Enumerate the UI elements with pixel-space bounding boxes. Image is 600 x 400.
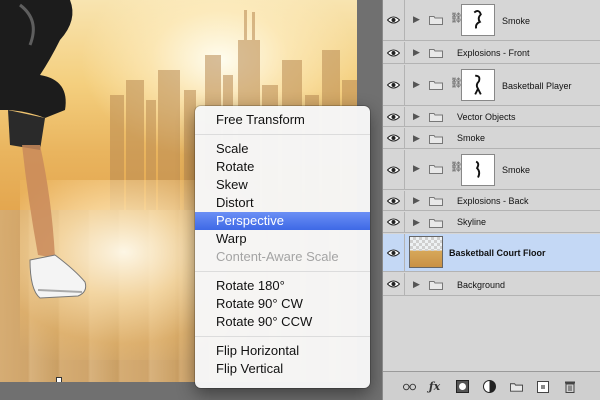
menu-item-skew[interactable]: Skew — [195, 176, 370, 194]
folder-icon — [429, 49, 443, 58]
layer-row-skyline[interactable]: ▶ Skyline — [383, 212, 600, 233]
folder-icon — [429, 16, 443, 25]
menu-item-content-aware-scale: Content-Aware Scale — [216, 249, 339, 264]
layer-row-explosions-front[interactable]: ▶ Explosions - Front — [383, 42, 600, 64]
mask-thumbnail[interactable] — [461, 69, 495, 101]
layer-row-basketball-player[interactable]: ▶ ⛓ Basketball Player — [383, 65, 600, 106]
expand-triangle-icon[interactable]: ▶ — [413, 133, 420, 144]
menu-item-scale[interactable]: Scale — [195, 140, 370, 158]
visibility-eye-icon[interactable] — [383, 42, 405, 63]
visibility-eye-icon[interactable] — [383, 273, 405, 295]
menu-separator — [195, 336, 370, 337]
layer-thumbnail[interactable] — [409, 236, 443, 268]
mask-thumbnail[interactable] — [461, 154, 495, 186]
expand-triangle-icon[interactable]: ▶ — [413, 217, 420, 228]
expand-triangle-icon[interactable]: ▶ — [413, 279, 420, 290]
folder-icon — [429, 165, 443, 174]
layer-row-background[interactable]: ▶ Background — [383, 273, 600, 296]
mask-thumbnail[interactable] — [461, 4, 495, 36]
folder-icon — [429, 113, 443, 122]
delete-layer-icon[interactable] — [563, 380, 576, 393]
layer-name: Smoke — [502, 16, 531, 26]
layers-panel-footer: ƒx — [383, 371, 600, 400]
expand-triangle-icon[interactable]: ▶ — [413, 163, 420, 174]
new-layer-icon[interactable] — [536, 380, 549, 393]
visibility-eye-icon[interactable] — [383, 191, 405, 210]
visibility-eye-icon[interactable] — [383, 0, 405, 40]
layer-name: Smoke — [457, 133, 486, 143]
visibility-eye-icon[interactable] — [383, 212, 405, 232]
visibility-eye-icon[interactable] — [383, 234, 405, 271]
layer-name: Skyline — [457, 217, 487, 227]
menu-item-rotate[interactable]: Rotate — [195, 158, 370, 176]
link-layers-icon[interactable] — [403, 380, 416, 393]
expand-triangle-icon[interactable]: ▶ — [413, 47, 420, 58]
add-mask-icon[interactable] — [456, 380, 469, 393]
folder-icon — [429, 81, 443, 90]
layers-panel: ▶ ⛓ Smoke ▶ Explosions - Front ▶ ⛓ Baske… — [382, 0, 600, 400]
expand-triangle-icon[interactable]: ▶ — [413, 79, 420, 90]
transparency-checker — [410, 237, 442, 251]
folder-icon — [429, 219, 443, 228]
transform-handle[interactable] — [56, 377, 62, 382]
visibility-eye-icon[interactable] — [383, 65, 405, 105]
basketball-player — [0, 0, 87, 299]
layer-name: Explosions - Front — [457, 48, 530, 58]
menu-item-free-transform[interactable]: Free Transform — [195, 111, 370, 129]
expand-triangle-icon[interactable]: ▶ — [413, 111, 420, 122]
menu-separator — [195, 134, 370, 135]
visibility-eye-icon[interactable] — [383, 150, 405, 189]
fx-icon[interactable]: ƒx — [428, 380, 441, 393]
layer-row-vector-objects[interactable]: ▶ Vector Objects — [383, 107, 600, 127]
menu-item-perspective[interactable]: Perspective — [195, 212, 370, 230]
layer-row-smoke-top[interactable]: ▶ ⛓ Smoke — [383, 0, 600, 41]
menu-item-rotate-180[interactable]: Rotate 180° — [195, 277, 370, 295]
menu-item-flip-vertical[interactable]: Flip Vertical — [195, 360, 370, 378]
layer-name: Vector Objects — [457, 112, 516, 122]
menu-item-flip-horizontal[interactable]: Flip Horizontal — [195, 342, 370, 360]
menu-item-rotate-90-cw[interactable]: Rotate 90° CW — [195, 295, 370, 313]
folder-icon — [429, 135, 443, 144]
visibility-eye-icon[interactable] — [383, 107, 405, 126]
folder-icon — [429, 281, 443, 290]
layer-name: Basketball Court Floor — [449, 248, 546, 258]
layer-name: Basketball Player — [502, 81, 572, 91]
layer-name: Smoke — [502, 165, 531, 175]
expand-triangle-icon[interactable]: ▶ — [413, 195, 420, 206]
transform-context-menu: Free Transform Scale Rotate Skew Distort… — [195, 106, 370, 388]
adjustment-layer-icon[interactable] — [483, 380, 496, 393]
layer-row-smoke-bottom[interactable]: ▶ ⛓ Smoke — [383, 150, 600, 190]
layer-row-explosions-back[interactable]: ▶ Explosions - Back — [383, 191, 600, 211]
menu-item-rotate-90-ccw[interactable]: Rotate 90° CCW — [195, 313, 370, 331]
visibility-eye-icon[interactable] — [383, 128, 405, 148]
expand-triangle-icon[interactable]: ▶ — [413, 14, 420, 25]
layer-name: Background — [457, 280, 506, 290]
menu-item-warp[interactable]: Warp — [195, 230, 370, 248]
menu-item-distort[interactable]: Distort — [195, 194, 370, 212]
layer-name: Explosions - Back — [457, 196, 529, 206]
menu-separator — [195, 271, 370, 272]
new-group-icon[interactable] — [510, 380, 523, 393]
folder-icon — [429, 197, 443, 206]
layer-row-basketball-court-floor[interactable]: Basketball Court Floor — [383, 234, 600, 272]
layer-row-smoke-middle[interactable]: ▶ Smoke — [383, 128, 600, 149]
